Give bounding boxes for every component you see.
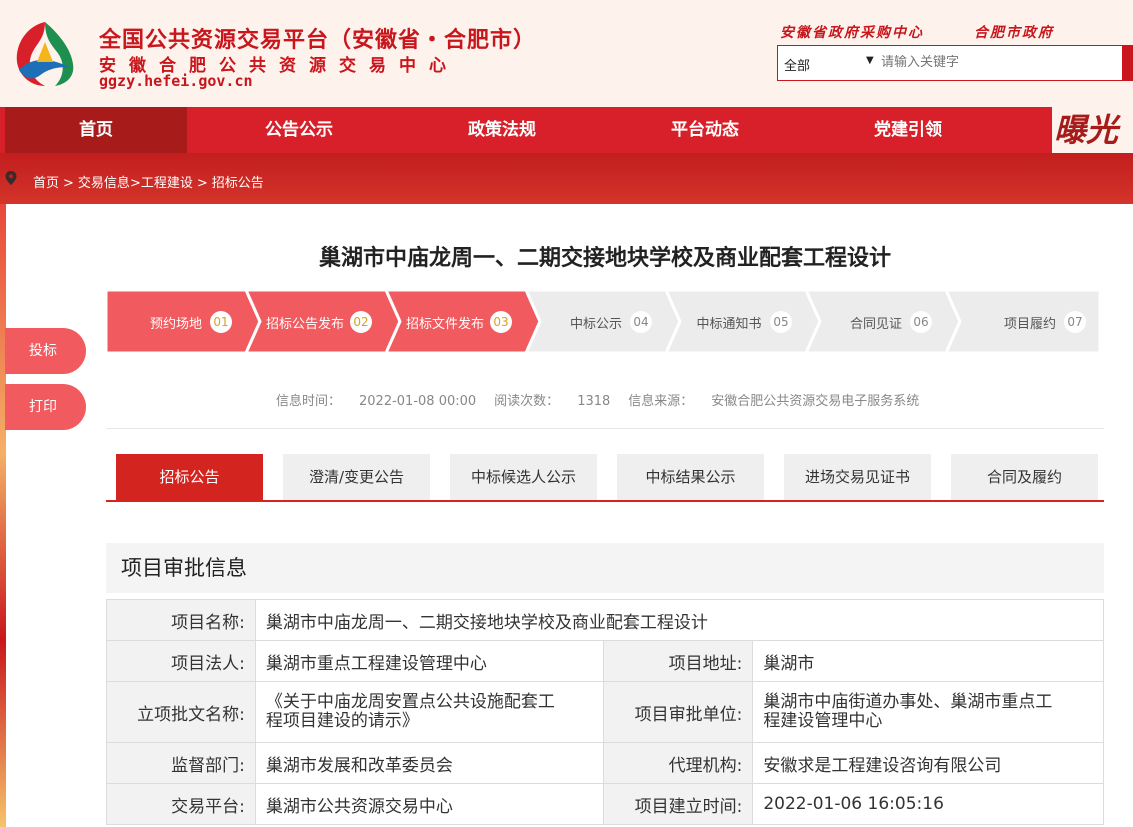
nav-item-policies[interactable]: 政策法规 [411,107,593,153]
link-hefei-government[interactable]: 合肥市政府 [974,25,1054,41]
platform-value: 巢湖市公共资源交易中心 [254,783,605,825]
breadcrumb-engineering[interactable]: 工程建设 [141,176,193,191]
progress-step-number: 06 [910,311,932,333]
exposure-banner[interactable]: 曝光 [1052,107,1133,153]
breadcrumb-home[interactable]: 首页 [33,176,59,191]
section-title: 项目审批信息 [106,543,1104,593]
progress-step: 招标文件发布 03 [386,290,540,353]
project-info-table: 项目名称: 巢湖市中庙龙周一、二期交接地块学校及商业配套工程设计 项目法人: 巢… [106,599,1105,825]
approval-unit-value: 巢湖市中庙街道办事处、巢湖市重点工 程建设管理中心 [752,681,1104,743]
progress-step-label: 中标通知书 [696,317,762,332]
progress-step-number: 04 [630,311,652,333]
page-title: 巢湖市中庙龙周一、二期交接地块学校及商业配套工程设计 [318,246,891,271]
info-time-label: 信息时间： [276,394,342,409]
breadcrumb-trade-info[interactable]: 交易信息 [78,176,130,191]
table-row: 立项批文名称: 《关于中庙龙周安置点公共设施配套工 程项目建设的请示》 项目审批… [106,681,1104,743]
location-pin-icon [5,171,17,185]
tab-contract[interactable]: 合同及履约 [951,454,1098,500]
table-row: 交易平台: 巢湖市公共资源交易中心 项目建立时间: 2022-01-06 16:… [106,783,1104,825]
tab-candidate-publicity[interactable]: 中标候选人公示 [450,454,597,500]
approval-unit-line-1: 巢湖市中庙街道办事处、巢湖市重点工 [763,692,1053,712]
info-reads: 1318 [577,394,611,409]
progress-step-number: 01 [210,311,232,333]
progress-step-number: 07 [1064,311,1086,333]
breadcrumb: 首页 > 交易信息>工程建设 > 招标公告 [0,153,1133,204]
search-category-value: 全部 [784,59,811,74]
progress-step: 合同见证 06 [806,290,960,353]
info-time: 2022-01-08 00:00 [359,394,477,409]
approval-doc-line-2: 程项目建设的请示》 [265,711,419,731]
progress-step-label: 中标公示 [570,317,623,332]
nav-item-home[interactable]: 首页 [5,107,187,153]
info-source-label: 信息来源： [628,394,694,409]
agent-label: 代理机构: [603,742,754,784]
breadcrumb-current: 招标公告 [211,176,264,191]
progress-step-number: 05 [770,311,792,333]
progress-step: 项目履约 07 [946,290,1114,353]
divider [106,428,1104,429]
agent-value: 安徽求是工程建设咨询有限公司 [752,742,1104,784]
project-address-value: 巢湖市 [752,640,1104,682]
created-time-label: 项目建立时间: [603,783,754,825]
table-row: 项目名称: 巢湖市中庙龙周一、二期交接地块学校及商业配套工程设计 [106,599,1105,641]
approval-unit-line-2: 程建设管理中心 [763,711,883,731]
platform-logo-icon[interactable] [9,18,81,90]
info-reads-label: 阅读次数： [494,394,560,409]
info-source: 安徽合肥公共资源交易电子服务系统 [711,394,920,409]
progress-step: 招标公告发布 02 [246,290,400,353]
project-legal-label: 项目法人: [106,640,256,682]
platform-url: ggzy.hefei.gov.cn [99,72,253,90]
table-row: 项目法人: 巢湖市重点工程建设管理中心 项目地址: 巢湖市 [106,640,1104,682]
supervision-label: 监督部门: [106,742,256,784]
progress-step: 中标通知书 05 [666,290,820,353]
nav-item-announcements[interactable]: 公告公示 [208,107,390,153]
progress-step-number: 02 [350,311,372,333]
project-name-label: 项目名称: [106,599,256,641]
tab-result-publicity[interactable]: 中标结果公示 [617,454,764,500]
platform-label: 交易平台: [106,783,256,825]
approval-doc-value: 《关于中庙龙周安置点公共设施配套工 程项目建设的请示》 [254,681,605,743]
print-button[interactable]: 打印 [5,384,86,430]
search-category-select[interactable]: 全部 ▼ [784,55,874,74]
project-legal-value: 巢湖市重点工程建设管理中心 [254,640,605,682]
progress-step-label: 预约场地 [150,317,203,332]
progress-step-label: 项目履约 [1004,317,1057,332]
nav-item-party-building[interactable]: 党建引领 [817,107,999,153]
tab-underline [106,500,1104,502]
info-meta: 信息时间： 2022-01-08 00:00 阅读次数： 1318 信息来源： 安徽合肥公… [276,390,919,409]
progress-step-label: 招标公告发布 [266,317,345,332]
platform-title: 全国公共资源交易平台（安徽省・合肥市） [99,28,537,53]
header-links: 安徽省政府采购中心 合肥市政府 [780,22,1104,42]
approval-doc-label: 立项批文名称: [106,681,256,743]
bid-button[interactable]: 投标 [5,328,86,374]
breadcrumb-trail: 首页 > 交易信息>工程建设 > 招标公告 [33,176,264,191]
main-nav: 首页 公告公示 政策法规 平台动态 党建引领 曝光 [0,107,1133,153]
caret-down-icon: ▼ [866,55,874,66]
progress-step: 预约场地 01 [106,290,260,353]
progress-step-label: 招标文件发布 [406,317,485,332]
approval-doc-line-1: 《关于中庙龙周安置点公共设施配套工 [265,692,555,712]
search-button[interactable] [1122,45,1133,81]
tab-bid-announcement[interactable]: 招标公告 [116,454,263,500]
progress-step: 中标公示 04 [526,290,680,353]
created-time-value: 2022-01-06 16:05:16 [752,783,1104,825]
nav-item-platform-news[interactable]: 平台动态 [614,107,796,153]
tab-trade-certificate[interactable]: 进场交易见证书 [784,454,931,500]
site-header: 全国公共资源交易平台（安徽省・合肥市） 安徽合肥公共资源交易中心 ggzy.he… [0,0,1133,107]
progress-step-label: 合同见证 [850,317,903,332]
search-box: 全部 ▼ [777,45,1133,81]
search-input[interactable] [881,55,1121,70]
approval-unit-label: 项目审批单位: [603,681,754,743]
progress-step-number: 03 [490,311,512,333]
tab-clarification[interactable]: 澄清/变更公告 [283,454,430,500]
project-address-label: 项目地址: [603,640,754,682]
supervision-value: 巢湖市发展和改革委员会 [254,742,605,784]
table-row: 监督部门: 巢湖市发展和改革委员会 代理机构: 安徽求是工程建设咨询有限公司 [106,742,1104,784]
project-name-value: 巢湖市中庙龙周一、二期交接地块学校及商业配套工程设计 [254,599,1105,641]
link-anhui-procurement[interactable]: 安徽省政府采购中心 [780,25,924,41]
